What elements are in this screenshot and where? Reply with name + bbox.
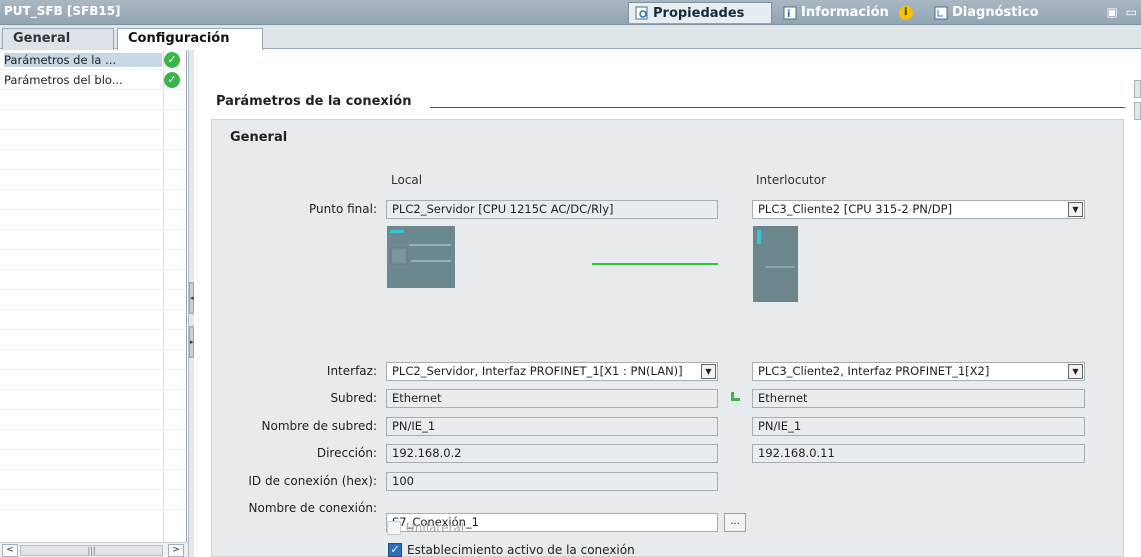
nav-item-block-params[interactable]: Parámetros del blo... ✓ — [0, 70, 186, 90]
nav-empty-row — [0, 310, 186, 330]
subnet-partner-field: Ethernet — [752, 389, 1085, 408]
column-partner: Interlocutor — [756, 173, 827, 187]
subnet-name-local-field: PN/IE_1 — [386, 417, 718, 436]
endpoint-partner-value: PLC3_Cliente2 [CPU 315-2 PN/DP] — [758, 202, 953, 216]
subnet-local-field: Ethernet — [386, 389, 718, 408]
chevron-down-icon[interactable]: ▼ — [1068, 202, 1083, 217]
expand-right-icon[interactable]: ▸ — [189, 326, 194, 358]
connection-line — [592, 263, 718, 265]
subnet-label: Subred: — [330, 391, 377, 405]
diagnostics-icon — [934, 6, 948, 20]
interface-local-select[interactable]: PLC2_Servidor, Interfaz PROFINET_1[X1 : … — [386, 362, 718, 381]
inspector-titlebar: PUT_SFB [SFB15] Propiedades i Informació… — [0, 0, 1141, 25]
partner-plc-image — [753, 226, 798, 302]
nav-empty-row — [0, 270, 186, 290]
panel-splitter[interactable]: ◂ ▸ — [188, 50, 194, 557]
scroll-up-icon[interactable] — [1134, 80, 1141, 98]
nav-empty-row — [0, 430, 186, 450]
nav-empty-row — [0, 150, 186, 170]
nav-empty-row — [0, 390, 186, 410]
info-warning-icon: i — [898, 5, 913, 20]
nav-empty-row — [0, 250, 186, 270]
nav-empty-row — [0, 210, 186, 230]
properties-icon — [635, 6, 649, 20]
tab-diagnostico[interactable]: Diagnóstico — [928, 2, 1045, 23]
subnet-name-partner-field: PN/IE_1 — [752, 417, 1085, 436]
section-title: Parámetros de la conexión — [216, 94, 412, 109]
main-content: Parámetros de la conexión General Local … — [195, 50, 1141, 557]
tab-configuracion[interactable]: Configuración — [117, 28, 263, 51]
endpoint-label: Punto final: — [309, 202, 377, 216]
nav-empty-row — [0, 290, 186, 310]
nav-empty-row — [0, 490, 186, 510]
conn-id-label: ID de conexión (hex): — [248, 474, 377, 488]
column-local: Local — [391, 173, 423, 187]
collapse-left-icon[interactable]: ◂ — [189, 282, 194, 314]
window-controls-icon[interactable]: ▣ ▭ — [1107, 5, 1140, 19]
nav-empty-row — [0, 110, 186, 130]
nav-empty-row — [0, 410, 186, 430]
tab-propiedades[interactable]: Propiedades — [628, 2, 772, 23]
scroll-thumb[interactable] — [1134, 102, 1141, 120]
subtabs-bar: General Configuración — [0, 25, 1141, 51]
check-icon: ✓ — [164, 52, 180, 68]
chevron-down-icon[interactable]: ▼ — [1068, 364, 1083, 379]
interface-label: Interfaz: — [326, 364, 377, 378]
nav-horizontal-scrollbar[interactable]: < ||| > — [0, 542, 188, 557]
active-conn-label: Establecimiento activo de la conexión — [407, 543, 635, 557]
tab-diagnostico-label: Diagnóstico — [952, 5, 1039, 20]
conn-id-field: 100 — [386, 472, 718, 491]
nav-item-label: Parámetros del blo... — [4, 73, 123, 87]
network-icon — [731, 392, 740, 401]
nav-empty-row — [0, 470, 186, 490]
address-partner-field: 192.168.0.11 — [752, 444, 1085, 463]
endpoint-partner-select[interactable]: PLC3_Cliente2 [CPU 315-2 PN/DP] ▼ — [752, 200, 1085, 219]
interface-partner-select[interactable]: PLC3_Cliente2, Interfaz PROFINET_1[X2] ▼ — [752, 362, 1085, 381]
nav-empty-row — [0, 230, 186, 250]
scroll-left-icon[interactable]: < — [2, 544, 18, 557]
nav-empty-row — [0, 330, 186, 350]
active-conn-checkbox[interactable]: ✓ — [388, 543, 402, 557]
unilateral-checkbox[interactable] — [387, 521, 401, 535]
tab-general[interactable]: General — [2, 28, 114, 50]
conn-name-label: Nombre de conexión: — [248, 501, 377, 515]
nav-empty-row — [0, 130, 186, 150]
nav-empty-row — [0, 370, 186, 390]
interface-local-value: PLC2_Servidor, Interfaz PROFINET_1[X1 : … — [392, 364, 683, 378]
group-title: General — [230, 130, 288, 145]
svg-text:i: i — [787, 9, 790, 20]
section-divider — [430, 107, 1125, 108]
nav-empty-row — [0, 350, 186, 370]
endpoint-local-field: PLC2_Servidor [CPU 1215C AC/DC/Rly] — [386, 200, 718, 219]
chevron-down-icon[interactable]: ▼ — [701, 364, 716, 379]
nav-empty-row — [0, 450, 186, 470]
check-icon: ✓ — [164, 72, 180, 88]
main-vertical-scrollbar[interactable] — [1134, 80, 1141, 130]
nav-item-label: Parámetros de la ... — [4, 53, 162, 67]
subnet-name-label: Nombre de subred: — [261, 419, 378, 433]
nav-empty-row — [0, 190, 186, 210]
tab-informacion[interactable]: i Información i — [777, 2, 919, 23]
tab-informacion-label: Información — [801, 5, 889, 20]
nav-empty-row — [0, 90, 186, 110]
browse-button[interactable]: ... — [724, 513, 746, 532]
address-local-field: 192.168.0.2 — [386, 444, 718, 463]
left-navigation: Parámetros de la ... ✓ Parámetros del bl… — [0, 50, 187, 542]
unilateral-label: Unilateral — [406, 521, 465, 535]
interface-partner-value: PLC3_Cliente2, Interfaz PROFINET_1[X2] — [758, 364, 990, 378]
nav-item-connection-params[interactable]: Parámetros de la ... ✓ — [0, 50, 186, 70]
scroll-thumb[interactable]: ||| — [20, 545, 163, 556]
window-title: PUT_SFB [SFB15] — [4, 4, 121, 18]
general-group: General Local Interlocutor Punto final: … — [211, 119, 1124, 557]
info-icon: i — [783, 6, 797, 20]
tab-propiedades-label: Propiedades — [653, 5, 745, 21]
address-label: Dirección: — [316, 446, 377, 460]
scroll-right-icon[interactable]: > — [168, 544, 184, 557]
nav-empty-row — [0, 170, 186, 190]
local-plc-image — [387, 226, 455, 288]
